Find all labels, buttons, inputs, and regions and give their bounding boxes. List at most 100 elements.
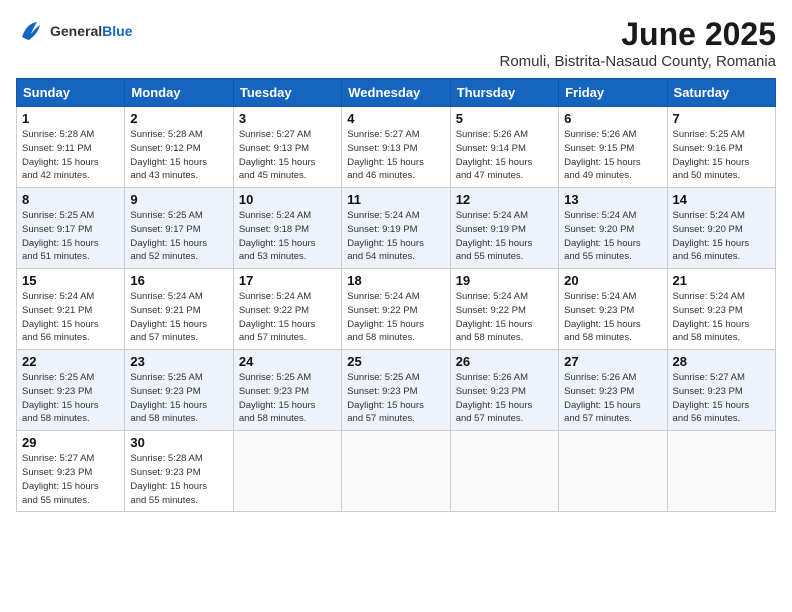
calendar-table: Sunday Monday Tuesday Wednesday Thursday… bbox=[16, 78, 776, 512]
day-info: Sunrise: 5:26 AM Sunset: 9:23 PM Dayligh… bbox=[456, 371, 553, 426]
col-thursday: Thursday bbox=[450, 79, 558, 107]
day-info: Sunrise: 5:24 AM Sunset: 9:22 PM Dayligh… bbox=[239, 290, 336, 345]
calendar-cell bbox=[667, 431, 775, 512]
day-number: 20 bbox=[564, 273, 661, 288]
calendar-cell: 3 Sunrise: 5:27 AM Sunset: 9:13 PM Daylig… bbox=[233, 107, 341, 188]
day-number: 21 bbox=[673, 273, 770, 288]
calendar-cell: 17 Sunrise: 5:24 AM Sunset: 9:22 PM Dayli… bbox=[233, 269, 341, 350]
day-info: Sunrise: 5:25 AM Sunset: 9:23 PM Dayligh… bbox=[22, 371, 119, 426]
day-number: 28 bbox=[673, 354, 770, 369]
calendar-cell: 30Sunrise: 5:28 AM Sunset: 9:23 PM Dayli… bbox=[125, 431, 233, 512]
page-header: GeneralBlue June 2025 Romuli, Bistrita-N… bbox=[16, 16, 776, 70]
calendar-cell: 29Sunrise: 5:27 AM Sunset: 9:23 PM Dayli… bbox=[17, 431, 125, 512]
col-saturday: Saturday bbox=[667, 79, 775, 107]
day-number: 2 bbox=[130, 111, 227, 126]
calendar-cell: 12Sunrise: 5:24 AM Sunset: 9:19 PM Dayli… bbox=[450, 188, 558, 269]
calendar-cell: 13 Sunrise: 5:24 AM Sunset: 9:20 PM Dayli… bbox=[559, 188, 667, 269]
calendar-cell: 16 Sunrise: 5:24 AM Sunset: 9:21 PM Dayli… bbox=[125, 269, 233, 350]
calendar-cell: 6Sunrise: 5:26 AM Sunset: 9:15 PM Daylig… bbox=[559, 107, 667, 188]
week-row-5: 29Sunrise: 5:27 AM Sunset: 9:23 PM Dayli… bbox=[17, 431, 776, 512]
calendar-cell: 5Sunrise: 5:26 AM Sunset: 9:14 PM Daylig… bbox=[450, 107, 558, 188]
day-info: Sunrise: 5:27 AM Sunset: 9:23 PM Dayligh… bbox=[673, 371, 770, 426]
calendar-cell: 27 Sunrise: 5:26 AM Sunset: 9:23 PM Dayli… bbox=[559, 350, 667, 431]
day-info: Sunrise: 5:24 AM Sunset: 9:20 PM Dayligh… bbox=[673, 209, 770, 264]
location-subtitle: Romuli, Bistrita-Nasaud County, Romania bbox=[500, 53, 777, 70]
calendar-cell: 21 Sunrise: 5:24 AM Sunset: 9:23 PM Dayli… bbox=[667, 269, 775, 350]
calendar-cell: 14 Sunrise: 5:24 AM Sunset: 9:20 PM Dayli… bbox=[667, 188, 775, 269]
day-info: Sunrise: 5:24 AM Sunset: 9:20 PM Dayligh… bbox=[564, 209, 661, 264]
calendar-cell: 15 Sunrise: 5:24 AM Sunset: 9:21 PM Dayli… bbox=[17, 269, 125, 350]
day-number: 23 bbox=[130, 354, 227, 369]
day-number: 10 bbox=[239, 192, 336, 207]
day-number: 19 bbox=[456, 273, 553, 288]
day-info: Sunrise: 5:28 AM Sunset: 9:23 PM Dayligh… bbox=[130, 452, 227, 507]
day-info: Sunrise: 5:25 AM Sunset: 9:17 PM Dayligh… bbox=[22, 209, 119, 264]
day-number: 13 bbox=[564, 192, 661, 207]
col-wednesday: Wednesday bbox=[342, 79, 450, 107]
day-info: Sunrise: 5:24 AM Sunset: 9:21 PM Dayligh… bbox=[22, 290, 119, 345]
day-number: 3 bbox=[239, 111, 336, 126]
day-number: 18 bbox=[347, 273, 444, 288]
day-info: Sunrise: 5:25 AM Sunset: 9:16 PM Dayligh… bbox=[673, 128, 770, 183]
calendar-cell: 19 Sunrise: 5:24 AM Sunset: 9:22 PM Dayli… bbox=[450, 269, 558, 350]
day-number: 17 bbox=[239, 273, 336, 288]
calendar-cell: 10 Sunrise: 5:24 AM Sunset: 9:18 PM Dayli… bbox=[233, 188, 341, 269]
day-info: Sunrise: 5:24 AM Sunset: 9:19 PM Dayligh… bbox=[456, 209, 553, 264]
week-row-3: 15 Sunrise: 5:24 AM Sunset: 9:21 PM Dayli… bbox=[17, 269, 776, 350]
day-number: 16 bbox=[130, 273, 227, 288]
calendar-cell: 8 Sunrise: 5:25 AM Sunset: 9:17 PM Daylig… bbox=[17, 188, 125, 269]
header-row: Sunday Monday Tuesday Wednesday Thursday… bbox=[17, 79, 776, 107]
day-info: Sunrise: 5:26 AM Sunset: 9:15 PM Dayligh… bbox=[564, 128, 661, 183]
day-number: 8 bbox=[22, 192, 119, 207]
calendar-cell: 28 Sunrise: 5:27 AM Sunset: 9:23 PM Dayli… bbox=[667, 350, 775, 431]
day-number: 7 bbox=[673, 111, 770, 126]
day-number: 24 bbox=[239, 354, 336, 369]
calendar-cell: 2 Sunrise: 5:28 AM Sunset: 9:12 PM Daylig… bbox=[125, 107, 233, 188]
calendar-cell: 24Sunrise: 5:25 AM Sunset: 9:23 PM Dayli… bbox=[233, 350, 341, 431]
calendar-cell bbox=[450, 431, 558, 512]
day-info: Sunrise: 5:26 AM Sunset: 9:14 PM Dayligh… bbox=[456, 128, 553, 183]
day-info: Sunrise: 5:28 AM Sunset: 9:11 PM Dayligh… bbox=[22, 128, 119, 183]
day-number: 11 bbox=[347, 192, 444, 207]
calendar-cell bbox=[342, 431, 450, 512]
day-number: 14 bbox=[673, 192, 770, 207]
calendar-cell: 26 Sunrise: 5:26 AM Sunset: 9:23 PM Dayli… bbox=[450, 350, 558, 431]
day-info: Sunrise: 5:24 AM Sunset: 9:19 PM Dayligh… bbox=[347, 209, 444, 264]
week-row-4: 22 Sunrise: 5:25 AM Sunset: 9:23 PM Dayli… bbox=[17, 350, 776, 431]
day-info: Sunrise: 5:24 AM Sunset: 9:22 PM Dayligh… bbox=[456, 290, 553, 345]
day-info: Sunrise: 5:24 AM Sunset: 9:22 PM Dayligh… bbox=[347, 290, 444, 345]
calendar-cell bbox=[559, 431, 667, 512]
calendar-cell: 11 Sunrise: 5:24 AM Sunset: 9:19 PM Dayli… bbox=[342, 188, 450, 269]
logo: GeneralBlue bbox=[16, 16, 132, 46]
day-info: Sunrise: 5:25 AM Sunset: 9:23 PM Dayligh… bbox=[130, 371, 227, 426]
title-block: June 2025 Romuli, Bistrita-Nasaud County… bbox=[500, 16, 777, 70]
week-row-1: 1 Sunrise: 5:28 AM Sunset: 9:11 PM Daylig… bbox=[17, 107, 776, 188]
col-friday: Friday bbox=[559, 79, 667, 107]
day-number: 27 bbox=[564, 354, 661, 369]
month-year-title: June 2025 bbox=[500, 16, 777, 53]
day-number: 29 bbox=[22, 435, 119, 450]
calendar-cell: 25Sunrise: 5:25 AM Sunset: 9:23 PM Dayli… bbox=[342, 350, 450, 431]
calendar-cell: 23 Sunrise: 5:25 AM Sunset: 9:23 PM Dayli… bbox=[125, 350, 233, 431]
day-number: 4 bbox=[347, 111, 444, 126]
day-number: 22 bbox=[22, 354, 119, 369]
day-info: Sunrise: 5:26 AM Sunset: 9:23 PM Dayligh… bbox=[564, 371, 661, 426]
calendar-cell: 1 Sunrise: 5:28 AM Sunset: 9:11 PM Daylig… bbox=[17, 107, 125, 188]
day-info: Sunrise: 5:24 AM Sunset: 9:23 PM Dayligh… bbox=[673, 290, 770, 345]
col-sunday: Sunday bbox=[17, 79, 125, 107]
day-number: 15 bbox=[22, 273, 119, 288]
day-number: 9 bbox=[130, 192, 227, 207]
calendar-cell: 9Sunrise: 5:25 AM Sunset: 9:17 PM Daylig… bbox=[125, 188, 233, 269]
day-info: Sunrise: 5:27 AM Sunset: 9:13 PM Dayligh… bbox=[239, 128, 336, 183]
day-info: Sunrise: 5:24 AM Sunset: 9:18 PM Dayligh… bbox=[239, 209, 336, 264]
day-info: Sunrise: 5:24 AM Sunset: 9:21 PM Dayligh… bbox=[130, 290, 227, 345]
day-number: 1 bbox=[22, 111, 119, 126]
calendar-cell bbox=[233, 431, 341, 512]
calendar-cell: 22 Sunrise: 5:25 AM Sunset: 9:23 PM Dayli… bbox=[17, 350, 125, 431]
calendar-cell: 7 Sunrise: 5:25 AM Sunset: 9:16 PM Daylig… bbox=[667, 107, 775, 188]
day-info: Sunrise: 5:28 AM Sunset: 9:12 PM Dayligh… bbox=[130, 128, 227, 183]
week-row-2: 8 Sunrise: 5:25 AM Sunset: 9:17 PM Daylig… bbox=[17, 188, 776, 269]
day-number: 26 bbox=[456, 354, 553, 369]
day-info: Sunrise: 5:25 AM Sunset: 9:23 PM Dayligh… bbox=[347, 371, 444, 426]
col-tuesday: Tuesday bbox=[233, 79, 341, 107]
